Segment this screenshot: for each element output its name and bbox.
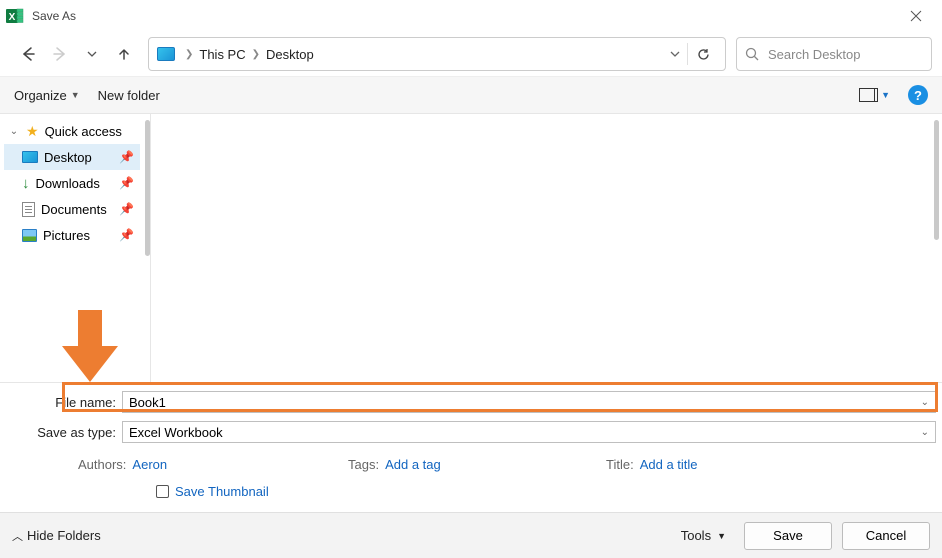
annotation-arrow [62,310,118,382]
window-title: Save As [32,9,76,23]
recent-dropdown[interactable] [78,40,106,68]
breadcrumb-root[interactable]: This PC [195,45,249,64]
toolbar: Organize ▼ New folder ▼ ? [0,76,942,114]
chevron-down-icon[interactable]: ⌄ [921,427,929,438]
pin-icon: 📌 [119,202,134,216]
excel-icon: X [6,7,24,25]
star-icon: ★ [26,123,39,140]
savetype-value: Excel Workbook [129,425,223,440]
hide-folders-button[interactable]: ︿ Hide Folders [12,528,101,544]
filename-input[interactable]: Book1 ⌄ [122,391,936,413]
sidebar-item-label: Downloads [36,176,100,191]
bottom-bar: ︿ Hide Folders Tools ▼ Save Cancel [0,512,942,558]
tags-label: Tags: [348,457,379,472]
authors-value[interactable]: Aeron [132,457,167,472]
organize-label: Organize [14,88,67,103]
chevron-up-icon: ︿ [12,528,23,544]
sidebar-item-label: Documents [41,202,107,217]
pin-icon: 📌 [119,150,134,164]
hide-folders-label: Hide Folders [27,528,101,543]
titlebar: X Save As [0,0,942,32]
search-icon [745,47,760,62]
body-area: ⌄ ★ Quick access Desktop 📌 ↓ Downloads 📌… [0,114,942,382]
quick-access-label: Quick access [45,124,122,139]
address-dropdown[interactable] [663,48,687,60]
close-button[interactable] [896,0,936,32]
cancel-label: Cancel [866,528,906,543]
chevron-right-icon: ❯ [252,49,260,60]
save-label: Save [773,528,803,543]
sidebar-item-pictures[interactable]: Pictures 📌 [4,222,140,248]
sidebar-item-desktop[interactable]: Desktop 📌 [4,144,140,170]
form-area: File name: Book1 ⌄ Save as type: Excel W… [0,382,942,509]
collapse-icon[interactable]: ⌄ [8,126,20,137]
thumbnail-checkbox[interactable] [156,485,169,498]
filename-value: Book1 [129,395,166,410]
new-folder-button[interactable]: New folder [98,88,160,103]
breadcrumb-current[interactable]: Desktop [262,45,318,64]
tools-label: Tools [681,528,711,543]
help-button[interactable]: ? [908,85,928,105]
sidebar-item-documents[interactable]: Documents 📌 [4,196,140,222]
savetype-select[interactable]: Excel Workbook ⌄ [122,421,936,443]
sidebar-item-label: Desktop [44,150,92,165]
content-scrollbar[interactable] [934,120,939,240]
forward-button[interactable] [46,40,74,68]
chevron-down-icon: ▼ [717,531,726,541]
search-input[interactable] [768,47,923,62]
refresh-button[interactable] [687,43,719,65]
file-list-pane[interactable] [150,114,942,382]
download-icon: ↓ [22,175,30,192]
pin-icon: 📌 [119,228,134,242]
quick-access-node[interactable]: ⌄ ★ Quick access [4,118,150,144]
new-folder-label: New folder [98,88,160,103]
svg-text:X: X [9,12,16,23]
pin-icon: 📌 [119,176,134,190]
chevron-down-icon: ▼ [71,90,80,100]
chevron-down-icon: ▼ [881,90,890,100]
organize-menu[interactable]: Organize ▼ [14,88,80,103]
cancel-button[interactable]: Cancel [842,522,930,550]
up-button[interactable] [110,40,138,68]
title-label: Title: [606,457,634,472]
picture-icon [22,229,37,242]
sidebar-item-label: Pictures [43,228,90,243]
title-input[interactable]: Add a title [640,457,698,472]
filename-label: File name: [6,395,122,410]
view-icon [859,88,875,102]
sidebar-item-downloads[interactable]: ↓ Downloads 📌 [4,170,140,196]
search-box[interactable] [736,37,932,71]
authors-label: Authors: [78,457,126,472]
thumbnail-label[interactable]: Save Thumbnail [175,484,269,499]
tags-input[interactable]: Add a tag [385,457,441,472]
tools-menu[interactable]: Tools ▼ [681,528,726,543]
location-icon [157,47,175,61]
chevron-down-icon[interactable]: ⌄ [921,397,929,408]
document-icon [22,202,35,217]
address-bar[interactable]: ❯ This PC ❯ Desktop [148,37,726,71]
desktop-icon [22,151,38,163]
chevron-right-icon: ❯ [185,49,193,60]
savetype-label: Save as type: [6,425,122,440]
save-button[interactable]: Save [744,522,832,550]
nav-row: ❯ This PC ❯ Desktop [0,32,942,76]
view-button[interactable]: ▼ [859,88,890,102]
back-button[interactable] [14,40,42,68]
